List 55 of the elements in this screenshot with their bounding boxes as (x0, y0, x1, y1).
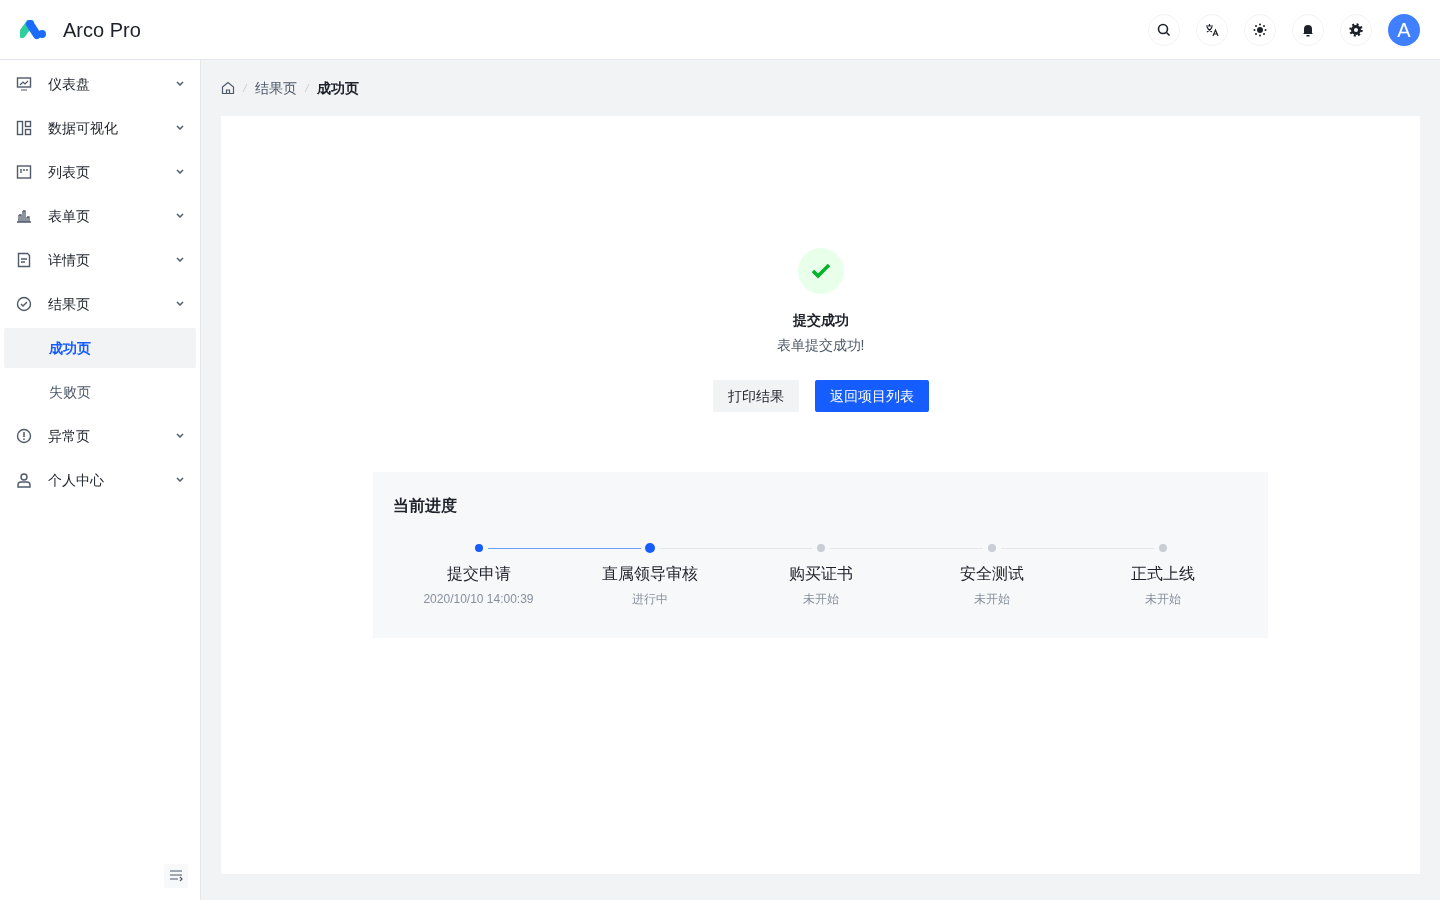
back-to-list-button[interactable]: 返回项目列表 (814, 380, 929, 412)
chevron-down-icon (176, 81, 184, 87)
chevron-down-icon (176, 213, 184, 219)
step-description: 未开始 (972, 591, 1011, 608)
document-icon (16, 252, 32, 268)
sun-icon[interactable] (1244, 13, 1276, 46)
user-icon (16, 472, 32, 488)
layout-icon (16, 120, 32, 136)
progress-title: 当前进度 (393, 496, 458, 516)
menu-item[interactable]: 详情页 (4, 240, 196, 280)
chevron-down-icon (176, 301, 184, 307)
menu-item[interactable]: 列表页 (4, 152, 196, 192)
result-subtitle: 表单提交成功! (776, 336, 865, 355)
user-avatar[interactable]: A (1388, 13, 1420, 46)
slash-separator-icon (304, 83, 310, 93)
step-description: 未开始 (801, 591, 840, 608)
app-title: Arco Pro (63, 17, 141, 43)
menu-item[interactable]: 表单页 (4, 196, 196, 236)
check-circle-icon (16, 296, 32, 312)
chevron-down-icon (176, 257, 184, 263)
step-description: 进行中 (630, 591, 669, 608)
bell-icon[interactable] (1292, 13, 1324, 46)
result-title: 提交成功 (792, 311, 849, 330)
success-check-icon (797, 248, 844, 294)
dashboard-icon (16, 76, 32, 92)
menu-item[interactable]: 个人中心 (4, 460, 196, 500)
step-title: 直属领导审核 (600, 564, 699, 584)
list-icon (16, 164, 32, 180)
logo-icon (20, 19, 47, 40)
breadcrumb-item[interactable]: 结果页 (255, 77, 297, 99)
settings-icon[interactable] (1340, 13, 1372, 46)
home-icon[interactable] (221, 81, 235, 95)
menu-item[interactable]: 数据可视化 (4, 108, 196, 148)
search-icon[interactable] (1148, 13, 1180, 46)
chevron-down-icon (176, 477, 184, 483)
print-button[interactable]: 打印结果 (712, 380, 799, 412)
slash-separator-icon (242, 83, 248, 93)
chevron-down-icon (176, 169, 184, 175)
menu-item[interactable]: 仪表盘 (4, 64, 196, 104)
chevron-down-icon (176, 125, 184, 131)
menu-item[interactable]: 结果页 (4, 284, 196, 324)
breadcrumb-item: 成功页 (317, 78, 359, 98)
step-title: 安全测试 (958, 564, 1025, 584)
chevron-down-icon (176, 433, 184, 439)
menu-item[interactable]: 异常页 (4, 416, 196, 456)
exclamation-circle-icon (16, 428, 32, 444)
step-description: 2020/10/10 14:00:39 (422, 591, 535, 608)
submenu-item[interactable]: 失败页 (4, 372, 196, 412)
step-title: 正式上线 (1129, 564, 1196, 584)
bar-chart-icon (16, 208, 32, 224)
translate-icon[interactable] (1196, 13, 1228, 46)
submenu-item[interactable]: 成功页 (4, 328, 196, 368)
step-title: 提交申请 (445, 564, 512, 584)
step-title: 购买证书 (787, 564, 854, 584)
step-description: 未开始 (1143, 591, 1182, 608)
